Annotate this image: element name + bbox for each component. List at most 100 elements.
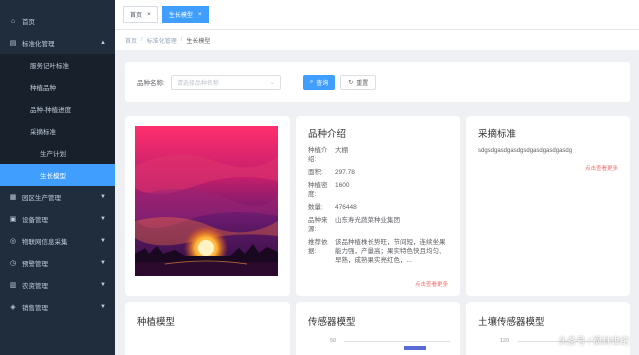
- sidebar-subitem[interactable]: 生长模型: [0, 164, 115, 186]
- sidebar-item[interactable]: ▣ 设备管理 ▼: [0, 208, 115, 230]
- soil-sensor-model-title: 土壤传感器模型: [478, 317, 545, 328]
- chevron-up-icon: ▲: [100, 40, 106, 46]
- sensor-bar: [404, 346, 426, 350]
- intro-more-link[interactable]: 点击查看更多: [415, 280, 448, 288]
- home-icon: ⌂: [10, 17, 16, 25]
- intro-row: 品种来源: 山东寿光蔬菜种业集团: [308, 216, 448, 234]
- sidebar-subitem-label: 生产计划: [40, 151, 66, 158]
- sidebar-item-label: 销售管理: [22, 305, 48, 312]
- sidebar-item-label: 预警管理: [22, 261, 48, 268]
- breadcrumb-separator: /: [141, 37, 143, 43]
- sensor-gridline: [344, 341, 450, 342]
- watermark-text: 头条号 / 枫林世纪: [558, 336, 629, 346]
- sidebar-item-label: 设备管理: [22, 217, 48, 224]
- intro-row: 推荐依据: 该品种植株长势旺，节间短，连续坐果能力强，产量高；果实特色快且均匀、早…: [308, 238, 448, 265]
- sidebar-item[interactable]: ◈ 销售管理 ▼: [0, 296, 115, 318]
- sidebar-subitem[interactable]: 品种-种植进度: [0, 98, 115, 120]
- sidebar-item[interactable]: ▥ 农资管理 ▼: [0, 274, 115, 296]
- tab-home[interactable]: 首页 ×: [123, 6, 158, 23]
- sidebar-subitem[interactable]: 服务记叶标准: [0, 54, 115, 76]
- variety-name-label: 品种名称:: [137, 80, 165, 87]
- intro-row-key: 种植密度:: [308, 182, 328, 198]
- search-panel: 品种名称: 请选择品种名称 ⌄ ⌕ 查询 ↻ 重置: [125, 62, 630, 102]
- planting-model-card: 种植模型: [125, 302, 290, 355]
- sidebar-subitem[interactable]: 种植品种: [0, 76, 115, 98]
- select-placeholder: 请选择品种名称: [176, 80, 219, 87]
- grid-icon: ▤: [9, 40, 17, 47]
- sidebar-item[interactable]: ▦ 园区生产管理 ▼: [0, 186, 115, 208]
- iot-icon: ◎: [9, 238, 17, 245]
- intro-row-key: 推荐依据:: [308, 239, 328, 255]
- intro-row-value: 476448: [335, 204, 357, 211]
- intro-title: 品种介绍: [308, 129, 347, 140]
- sidebar-subitem-label: 生长模型: [40, 173, 66, 180]
- reset-button-label: 重置: [356, 80, 369, 87]
- query-button-label: 查询: [316, 80, 329, 87]
- planting-model-title: 种植模型: [137, 317, 176, 328]
- search-icon: ⌕: [309, 78, 314, 85]
- breadcrumb: 首页 / 标准化管理 / 生长模型: [115, 30, 639, 50]
- tab-label: 首页: [130, 13, 143, 19]
- sidebar-item[interactable]: ◎ 物联网信息采集 ▼: [0, 230, 115, 252]
- tab-growth-model[interactable]: 生长模型 ×: [161, 6, 209, 23]
- close-icon[interactable]: ×: [198, 11, 202, 18]
- sidebar: ⌂ 首页 ▤ 标准化管理 ▲ 服务记叶标准 种植品种品种-种植进度 采摘标准生产计划…: [0, 0, 115, 355]
- reset-button[interactable]: ↻ 重置: [340, 74, 377, 90]
- intro-row-value: 1600: [335, 182, 350, 189]
- query-button[interactable]: ⌕ 查询: [302, 74, 336, 90]
- breadcrumb-home[interactable]: 首页: [125, 36, 137, 45]
- soil-sensor-model-card: 土壤传感器模型 120: [466, 302, 630, 355]
- sidebar-item[interactable]: ◷ 预警管理 ▼: [0, 252, 115, 274]
- breadcrumb-current: 生长模型: [186, 38, 211, 45]
- calendar-icon: ▦: [9, 194, 17, 201]
- sidebar-item-label: 园区生产管理: [22, 195, 61, 202]
- tabs-bar: 首页 × 生长模型 ×: [115, 0, 639, 30]
- sidebar-subitem-label: 种植品种: [30, 85, 56, 92]
- variety-image: [135, 126, 278, 276]
- intro-row-value: 大棚: [335, 147, 348, 154]
- sidebar-subitem-label: 品种-种植进度: [30, 107, 72, 114]
- intro-row: 数量: 476448: [308, 203, 448, 212]
- breadcrumb-separator: /: [180, 37, 183, 43]
- chevron-down-icon: ▼: [100, 282, 106, 288]
- device-icon: ▣: [9, 216, 17, 223]
- variety-name-select[interactable]: 请选择品种名称 ⌄: [170, 74, 281, 90]
- intro-row-key: 品种来源:: [308, 217, 328, 233]
- sidebar-subitem[interactable]: 生产计划: [0, 142, 115, 164]
- chevron-down-icon: ▼: [100, 216, 106, 222]
- intro-row-key: 面积:: [308, 169, 323, 176]
- sidebar-subitem[interactable]: 采摘标准: [0, 120, 115, 142]
- chevron-down-icon: ▼: [100, 260, 106, 266]
- breadcrumb-parent[interactable]: 标准化管理: [147, 36, 177, 45]
- intro-row: 种植密度: 1600: [308, 181, 448, 199]
- refresh-icon: ↻: [348, 79, 354, 86]
- sensor-model-title: 传感器模型: [308, 317, 356, 328]
- warning-icon: ◷: [9, 260, 17, 267]
- sales-icon: ◈: [10, 304, 16, 311]
- sidebar-item-label: 物联网信息采集: [22, 239, 68, 246]
- variety-intro-card: 品种介绍 种植介绍: 大棚面积: 297.78 种植密度: 1600 数量: 476448 品…: [296, 116, 460, 296]
- sidebar-item-label: 标准化管理: [22, 41, 55, 48]
- intro-row-value: 该品种植株长势旺，节间短，连续坐果能力强，产量高；果实特色快且均匀、早熟，成熟果…: [335, 239, 446, 264]
- soil-axis-label: 120: [500, 338, 510, 344]
- sidebar-item-standardization[interactable]: ▤ 标准化管理 ▲: [0, 32, 115, 54]
- picking-standard-card: 采摘标准 sdgsdgasdgasdgsdgasdgasdgasdg 点击查看更…: [466, 116, 630, 296]
- standard-title: 采摘标准: [478, 129, 517, 140]
- sidebar-item-label: 农资管理: [22, 283, 48, 290]
- intro-row-value: 297.78: [335, 169, 355, 176]
- intro-row: 种植介绍: 大棚: [308, 146, 448, 164]
- standard-more-link[interactable]: 点击查看更多: [585, 164, 618, 172]
- sidebar-subitem-label: 服务记叶标准: [30, 63, 69, 70]
- sensor-model-card: 传感器模型 50: [296, 302, 460, 355]
- sidebar-subitem-label: 采摘标准: [30, 129, 56, 136]
- intro-row-key: 数量:: [308, 204, 323, 211]
- chevron-down-icon: ▼: [100, 194, 106, 200]
- sidebar-item-home[interactable]: ⌂ 首页: [0, 10, 115, 32]
- sunset-illustration: [135, 126, 278, 276]
- sidebar-item-label: 首页: [22, 19, 35, 26]
- sensor-axis-label: 50: [330, 338, 337, 344]
- close-icon[interactable]: ×: [147, 11, 151, 18]
- tab-label: 生长模型: [168, 13, 193, 19]
- main-content: 首页 × 生长模型 × 首页 / 标准化管理 / 生长模型 品种名称: 请选择品…: [115, 0, 639, 355]
- intro-row-value: 山东寿光蔬菜种业集团: [335, 217, 400, 224]
